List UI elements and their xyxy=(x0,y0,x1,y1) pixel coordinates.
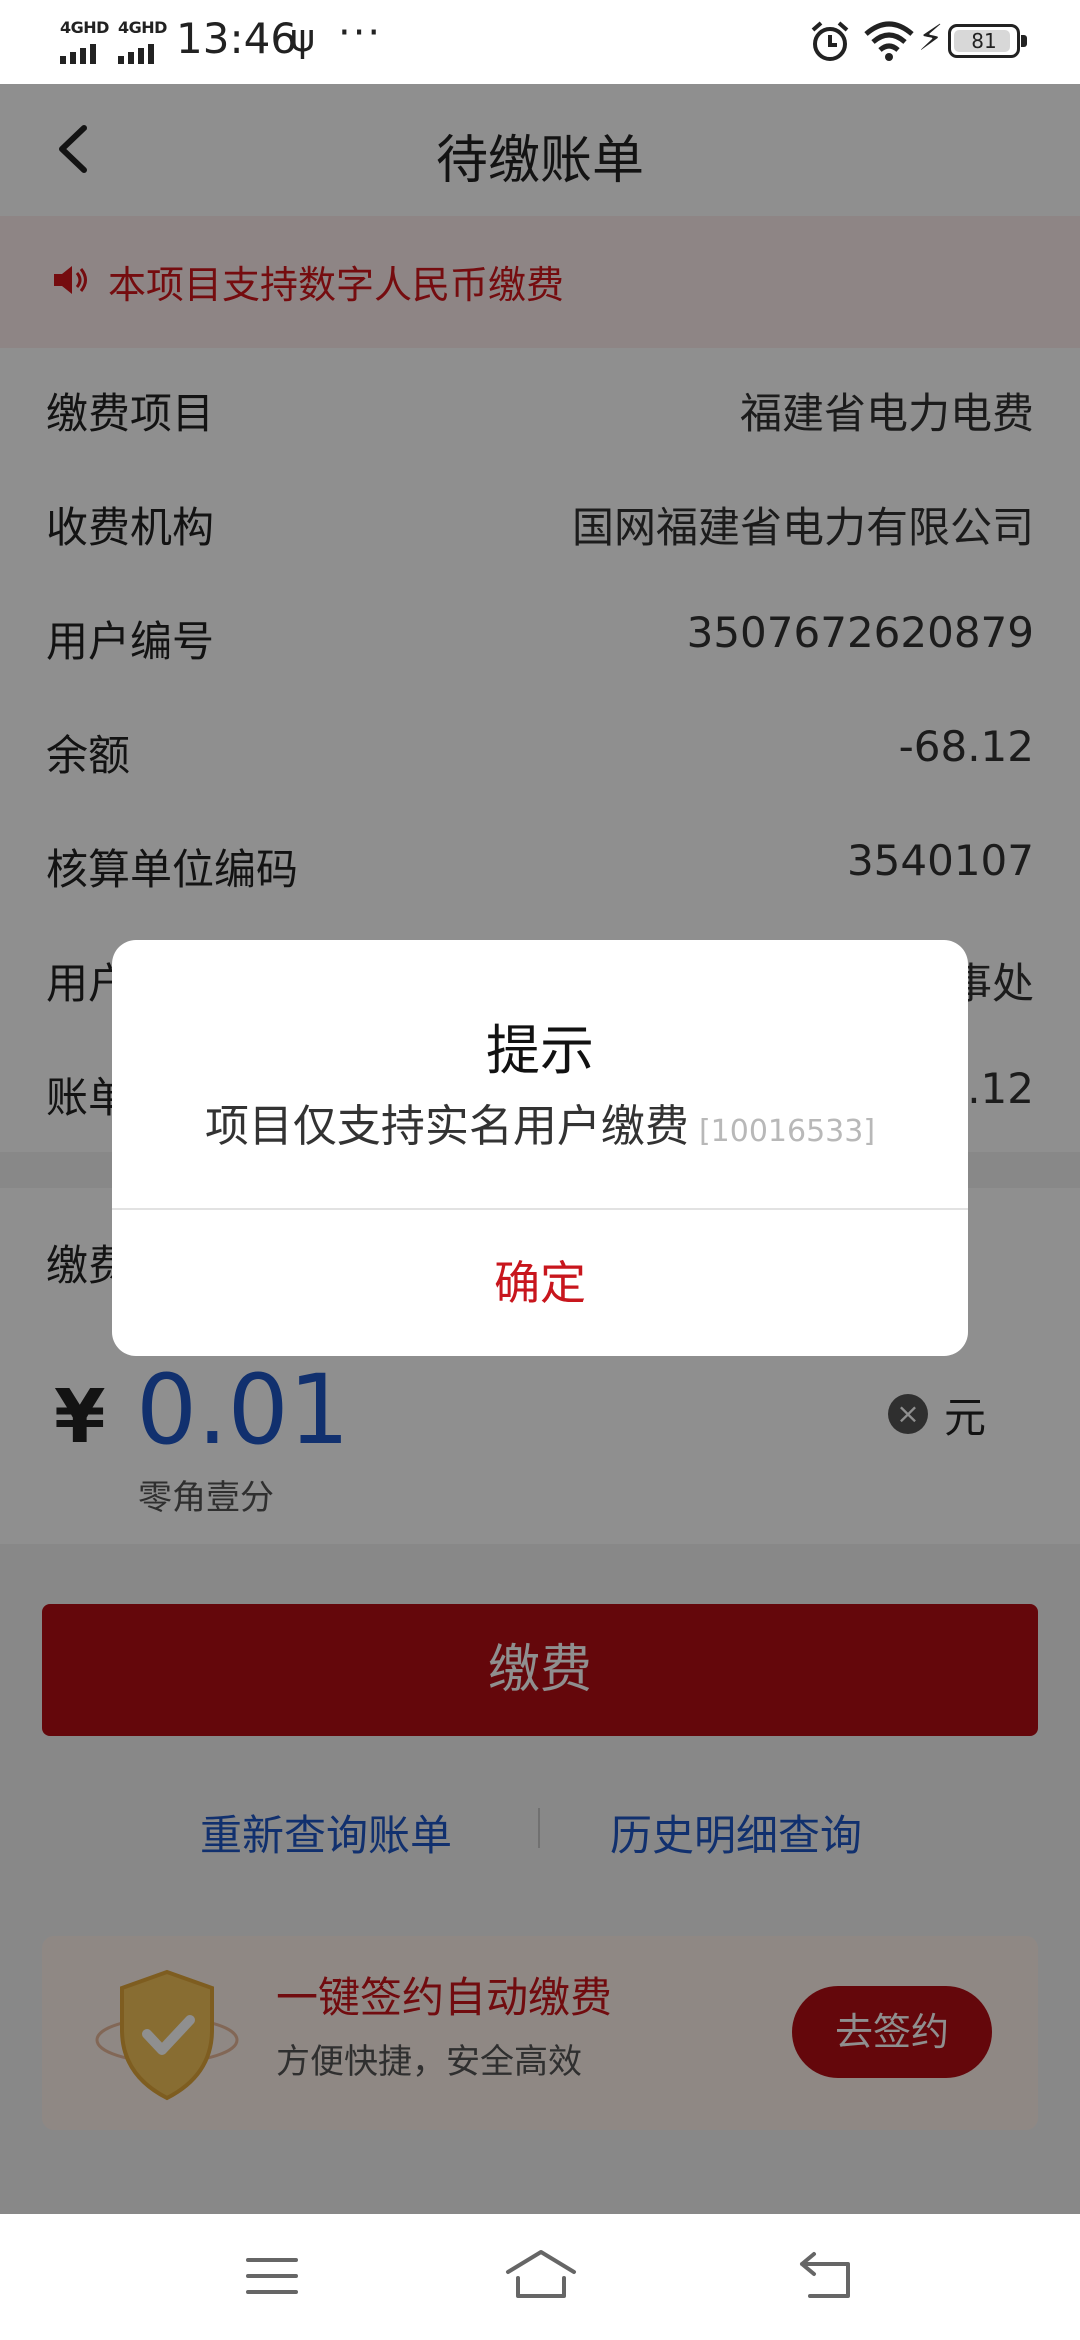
dialog-title: 提示 xyxy=(486,1019,594,1082)
charging-icon: ⚡ xyxy=(918,18,944,59)
wifi-icon xyxy=(864,21,914,61)
network-type-label: 4GHD xyxy=(118,18,167,37)
usb-icon: ψ xyxy=(290,16,316,60)
dialog-message: 项目仅支持实名用户缴费 [10016533] xyxy=(112,1090,968,1154)
dialog-error-code: [10016533] xyxy=(698,1114,876,1149)
menu-icon[interactable] xyxy=(244,2254,300,2298)
signal-icon: 4GHD xyxy=(60,18,116,64)
battery-icon: 81 xyxy=(948,24,1027,58)
status-bar: 4GHD 4GHD 13:46 ψ ··· ⚡ 81 xyxy=(0,0,1080,84)
system-navigation-bar xyxy=(0,2214,1080,2340)
alert-dialog: 提示 项目仅支持实名用户缴费 [10016533] 确定 xyxy=(112,940,968,1356)
clock: 13:46 xyxy=(176,14,298,63)
battery-level: 81 xyxy=(971,29,997,53)
signal-icon: 4GHD xyxy=(118,18,174,64)
dialog-message-text: 项目仅支持实名用户缴费 xyxy=(204,1101,689,1152)
network-type-label: 4GHD xyxy=(60,18,109,37)
home-icon[interactable] xyxy=(504,2248,578,2300)
confirm-button[interactable]: 确定 xyxy=(112,1210,968,1356)
alarm-icon xyxy=(811,21,849,61)
back-icon[interactable] xyxy=(796,2250,854,2300)
more-notifications-icon: ··· xyxy=(338,10,383,56)
